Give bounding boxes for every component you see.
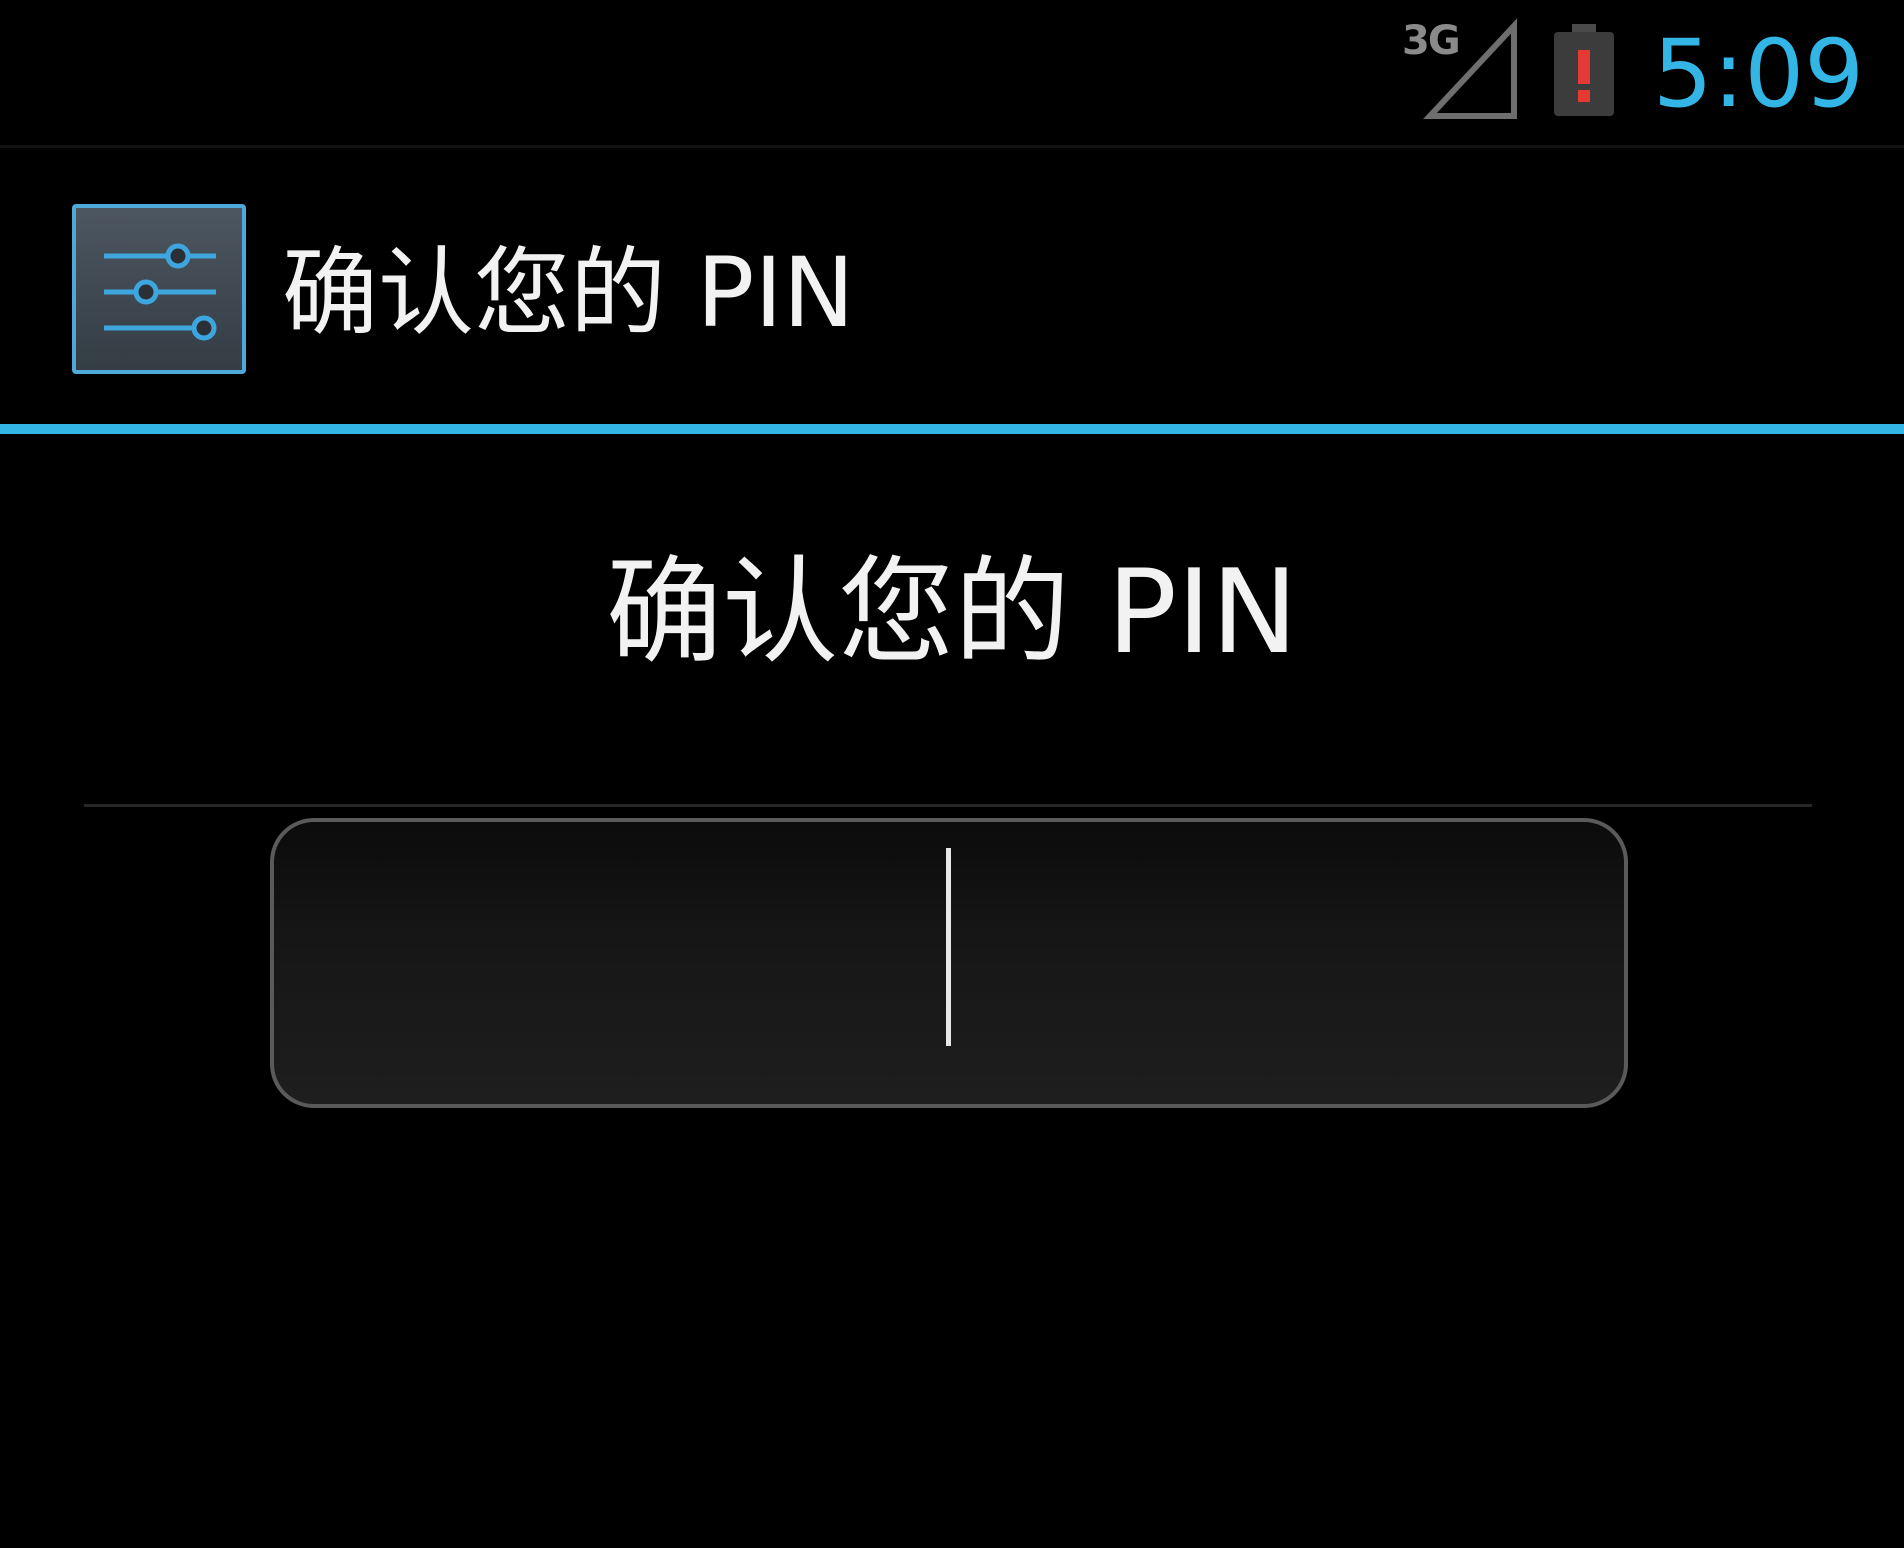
pin-prompt-heading: 确认您的 PIN (606, 545, 1298, 680)
status-clock: 5:09 (1652, 20, 1864, 129)
divider (84, 804, 1812, 807)
status-bar: 3G 5:09 (0, 0, 1904, 148)
pin-input[interactable] (274, 822, 1628, 1106)
network-type-label: 3G (1402, 18, 1461, 64)
battery-alert-icon (1554, 24, 1614, 116)
pin-entry-field[interactable] (270, 818, 1628, 1108)
settings-sliders-icon[interactable] (72, 204, 246, 374)
action-bar: 确认您的 PIN (0, 148, 1904, 424)
screen: 3G 5:09 确认您的 PIN 确认您的 PIN (0, 0, 1904, 1548)
action-bar-divider (0, 424, 1904, 434)
text-cursor (946, 848, 951, 1046)
action-bar-title: 确认您的 PIN (282, 237, 855, 349)
